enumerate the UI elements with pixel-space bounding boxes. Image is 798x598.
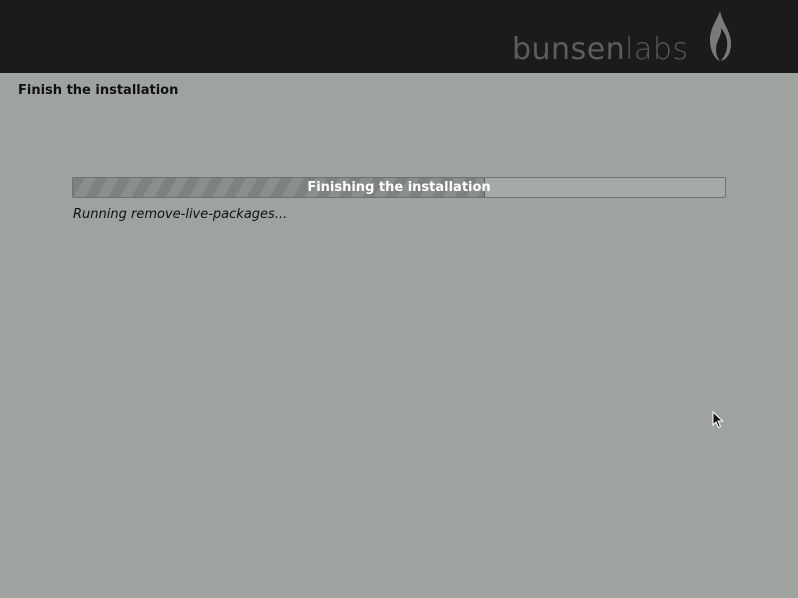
install-progress-bar: Finishing the installation: [72, 177, 726, 198]
header-banner: bunsenlabs: [0, 0, 798, 73]
brand-word-labs: labs: [625, 32, 689, 67]
mouse-pointer-icon: [712, 411, 724, 429]
flame-icon: [710, 11, 731, 61]
brand-word-bunsen: bunsen: [512, 32, 626, 67]
brand-logo-text: bunsenlabs: [512, 30, 689, 70]
status-message: Running remove-live-packages...: [73, 207, 288, 222]
progress-bar-label: Finishing the installation: [307, 180, 491, 195]
page-title: Finish the installation: [18, 83, 179, 98]
